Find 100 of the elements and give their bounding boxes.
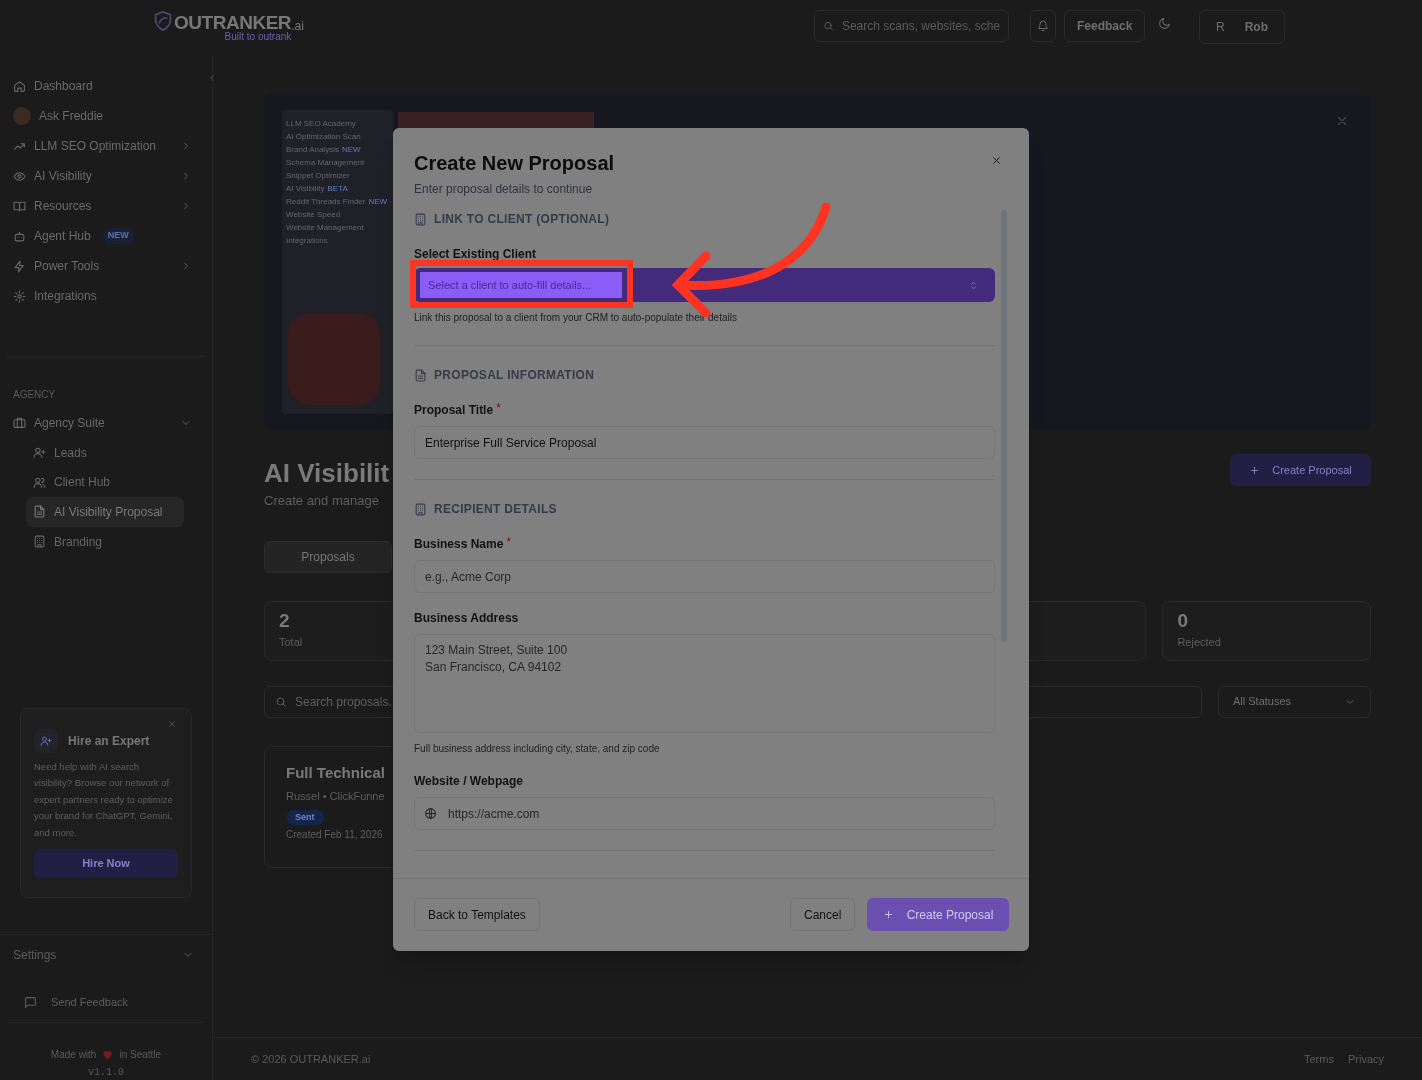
user-menu[interactable]: R Rob: [1199, 10, 1285, 44]
footer-link[interactable]: Terms: [1304, 1050, 1334, 1068]
required-mark: *: [506, 535, 512, 549]
feedback-button[interactable]: Feedback: [1064, 10, 1146, 42]
version-label: v1.1.0: [87, 1066, 125, 1080]
proposal-date: Created Feb 11, 2026: [286, 828, 383, 842]
client-select[interactable]: Select a client to auto-fill details...: [414, 268, 995, 302]
avatar-initial: R: [1216, 19, 1225, 36]
preview-tag-label: BETA: [327, 183, 348, 194]
preview-item: Snippet Optimizer: [286, 170, 350, 181]
logo-text: OUTRANKER: [174, 13, 292, 32]
document-icon: [414, 368, 427, 382]
create-proposal-button[interactable]: Create Proposal: [867, 898, 1009, 931]
promo-title: Hire an Expert: [68, 732, 150, 750]
preview-item: Schema Management: [286, 157, 365, 168]
moon-icon: [1158, 17, 1171, 30]
robot-icon: [13, 229, 26, 243]
building-icon: [33, 535, 46, 549]
briefcase-icon: [13, 416, 26, 430]
search-icon: [823, 20, 834, 32]
status-filter[interactable]: All Statuses: [1218, 685, 1371, 718]
plus-icon: [882, 909, 894, 920]
stat-label: Total: [279, 634, 303, 650]
users-icon: [33, 475, 46, 489]
chat-icon: [24, 995, 37, 1009]
back-to-templates-button[interactable]: Back to Templates: [414, 898, 540, 931]
nav-item[interactable]: Resources: [0, 191, 212, 221]
notifications-button[interactable]: [1030, 10, 1056, 42]
select-placeholder: Select a client to auto-fill details...: [420, 272, 622, 298]
user-plus-icon: [40, 734, 52, 747]
text-field[interactable]: Enterprise Full Service Proposal: [414, 426, 995, 459]
new-badge: NEW: [102, 228, 134, 244]
user-plus-icon: [33, 446, 46, 460]
help-text: Full business address including city, state, and zip code: [414, 742, 661, 756]
section-heading: LINK TO CLIENT (OPTIONAL): [434, 211, 610, 228]
chevron-left-icon: [207, 73, 217, 83]
nav-item[interactable]: AI Visibility: [0, 161, 212, 191]
search-field[interactable]: Search scans, websites, sche: [814, 10, 1009, 42]
preview-item: Brand Analysis: [286, 144, 339, 155]
text-field[interactable]: e.g., Acme Corp: [414, 560, 995, 593]
cancel-button[interactable]: Cancel: [790, 898, 856, 931]
stat-value: 0: [1177, 608, 1188, 633]
up-down-chevron-icon: [968, 279, 979, 291]
field-label: Select Existing Client: [414, 246, 537, 263]
section-heading: RECIPIENT DETAILS: [434, 501, 557, 518]
close-icon: [167, 718, 177, 729]
bell-icon: [1037, 20, 1049, 32]
document-icon: [33, 505, 46, 519]
nav-item[interactable]: LLM SEO Optimization: [0, 131, 212, 161]
avatar-icon: [13, 107, 31, 125]
field-label: Proposal Title: [414, 402, 494, 419]
tab[interactable]: Proposals: [264, 540, 392, 573]
copyright-text: © 2026 OUTRANKER.ai: [251, 1051, 371, 1067]
modal-subtitle: Enter proposal details to continue: [414, 181, 593, 198]
preview-tag-label: NEW: [341, 144, 361, 155]
nav-item[interactable]: Dashboard: [0, 71, 212, 101]
field-label: Website / Webpage: [414, 773, 523, 790]
stat-value: 2: [279, 608, 290, 633]
nav-item[interactable]: Power Tools: [0, 251, 212, 281]
create-proposal-button[interactable]: Create Proposal: [1230, 454, 1371, 486]
eye-icon: [13, 169, 26, 183]
nav-item[interactable]: Ask Freddie: [0, 101, 212, 131]
page-subtitle: Create and manage: [264, 492, 380, 510]
preview-item: Integrations: [286, 235, 328, 246]
nav-subitem[interactable]: Leads: [26, 437, 184, 468]
proposal-meta: Russel • ClickFunne: [286, 789, 385, 804]
globe-icon: [424, 807, 437, 820]
preview-item: Website Management: [286, 222, 364, 233]
section-heading: PROPOSAL INFORMATION: [434, 367, 595, 384]
page-title: AI Visibilit: [264, 457, 390, 489]
lightning-icon: [13, 259, 26, 273]
nav-item[interactable]: Agency Suite: [0, 408, 212, 438]
logo-suffix: .ai: [291, 20, 304, 32]
required-mark: *: [496, 401, 501, 415]
settings-toggle[interactable]: Settings: [0, 934, 212, 975]
footer-link[interactable]: Privacy: [1347, 1050, 1384, 1068]
shield-logo-icon: [152, 10, 174, 32]
building-icon: [414, 502, 427, 516]
close-icon: [1335, 114, 1349, 128]
help-text: Link this proposal to a client from your CRM to auto-populate their details: [414, 311, 738, 325]
status-badge: Sent: [286, 809, 324, 825]
hire-now-button[interactable]: Hire Now: [34, 849, 178, 878]
section-heading: AGENCY: [12, 388, 57, 402]
nav-subitem[interactable]: Branding: [26, 526, 184, 557]
field-label: Business Name: [414, 536, 504, 553]
send-feedback-link[interactable]: Send Feedback: [8, 982, 204, 1022]
user-name: Rob: [1244, 19, 1268, 36]
nav-item[interactable]: Integrations: [0, 281, 212, 311]
preview-tag-label: NEW: [368, 196, 388, 207]
address-field[interactable]: 123 Main Street, Suite 100 San Francisco, CA 94102: [414, 634, 995, 733]
settings-icon: [13, 289, 26, 303]
heart-icon: [102, 1049, 114, 1060]
url-field[interactable]: https://acme.com: [414, 797, 995, 830]
book-icon: [13, 199, 26, 213]
nav-item[interactable]: Agent Hub NEW: [0, 221, 212, 251]
proposal-title: Full Technical: [286, 762, 385, 783]
nav-subitem[interactable]: Client Hub: [26, 467, 184, 498]
nav-subitem[interactable]: AI Visibility Proposal: [26, 497, 184, 527]
search-icon: [275, 695, 287, 708]
stat-label: Rejected: [1177, 634, 1221, 650]
